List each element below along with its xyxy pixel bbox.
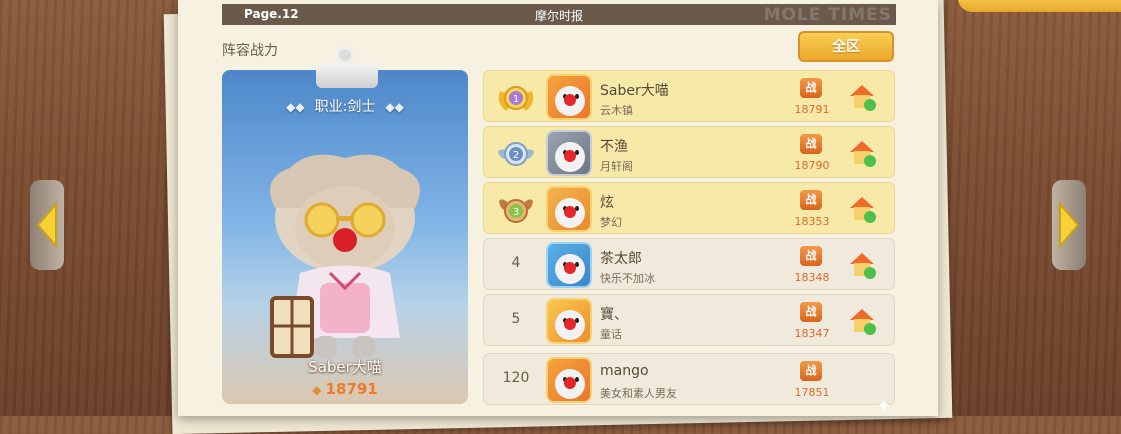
player-server: 月轩阁 — [600, 160, 633, 173]
ranking-row[interactable]: 1 Saber大喵 云木镇 战 18791 — [483, 70, 895, 122]
player-avatar[interactable] — [546, 357, 592, 403]
player-avatar[interactable] — [546, 242, 592, 288]
job-label: 职业:剑士 — [314, 99, 376, 115]
character-power-row: ◆ 18791 — [222, 380, 468, 398]
character-name: Saber大喵 — [308, 358, 382, 376]
diamond-icon: ◆◆ — [286, 100, 305, 114]
battle-power-value: 18791 — [794, 103, 830, 116]
character-power: 18791 — [325, 380, 378, 398]
player-name: 寶、 — [600, 307, 628, 323]
card-clip — [316, 64, 378, 88]
rank-number: 120 — [502, 370, 530, 386]
arrow-right-icon — [1059, 201, 1080, 249]
top-right-tab[interactable] — [958, 0, 1121, 12]
battle-power-icon: 战 — [800, 361, 822, 381]
player-avatar[interactable] — [546, 130, 592, 176]
ranking-row[interactable]: 5 寶、 童话 战 18347 — [483, 294, 895, 346]
player-server: 快乐不加冰 — [600, 272, 655, 285]
ranking-row[interactable]: 4 茶太郎 快乐不加冰 战 18348 — [483, 238, 895, 290]
job-label-row: ◆◆ 职业:剑士 ◆◆ — [222, 96, 468, 116]
sparkle-icon: ✦ — [876, 396, 892, 417]
character-card: ◆◆ 职业:剑士 ◆◆ Saber大喵 ◆ 18791 — [222, 70, 468, 404]
watermark-text: MOLE TIMES — [763, 5, 892, 25]
battle-power-icon: 战 — [800, 190, 822, 210]
clip-ring — [336, 46, 354, 64]
battle-power-value: 18353 — [794, 215, 830, 228]
my-rank-row[interactable]: 120 mango 美女和素人男友 战 17851 — [483, 353, 895, 405]
player-name: 茶太郎 — [600, 251, 642, 267]
battle-power-value: 18347 — [794, 327, 830, 340]
diamond-icon: ◆◆ — [385, 100, 404, 114]
silver-medal-icon: 2 — [498, 142, 534, 166]
ranking-row[interactable]: 2 不渔 月轩阁 战 18790 — [483, 126, 895, 178]
player-name: Saber大喵 — [600, 83, 669, 99]
bronze-medal-icon: 3 — [499, 199, 533, 223]
battle-power-value: 17851 — [794, 386, 830, 399]
svg-text:3: 3 — [513, 207, 519, 218]
newspaper-header: Page.12 摩尔时报 MOLE TIMES — [222, 4, 896, 25]
svg-text:2: 2 — [513, 150, 519, 161]
rank-number: 5 — [511, 311, 521, 327]
player-server: 梦幻 — [600, 216, 622, 229]
battle-power-icon: 战 — [800, 78, 822, 98]
ranking-row[interactable]: 3 炫 梦幻 战 18353 — [483, 182, 895, 234]
player-server: 云木镇 — [600, 104, 633, 117]
player-server: 童话 — [600, 328, 622, 341]
player-server: 美女和素人男友 — [600, 387, 677, 400]
home-go-icon[interactable] — [846, 81, 878, 113]
gold-medal-icon: 1 — [498, 86, 534, 111]
home-go-icon[interactable] — [846, 193, 878, 225]
battle-power-value: 18348 — [794, 271, 830, 284]
region-filter-button[interactable]: 全区 — [798, 31, 894, 62]
home-go-icon[interactable] — [846, 305, 878, 337]
character-avatar-illustration — [270, 154, 420, 358]
player-name: 不渔 — [600, 139, 628, 155]
battle-power-icon: 战 — [800, 302, 822, 322]
player-name: 炫 — [600, 195, 614, 211]
player-name: mango — [600, 363, 649, 379]
home-go-icon[interactable] — [846, 249, 878, 281]
battle-power-icon: 战 — [800, 246, 822, 266]
previous-page-button[interactable] — [30, 180, 64, 270]
power-icon: ◆ — [312, 383, 322, 397]
arrow-left-icon — [36, 201, 57, 249]
section-title: 阵容战力 — [222, 43, 278, 59]
player-avatar[interactable] — [546, 74, 592, 120]
rank-number: 4 — [511, 255, 521, 271]
player-avatar[interactable] — [546, 298, 592, 344]
home-go-icon[interactable] — [846, 137, 878, 169]
battle-power-icon: 战 — [800, 134, 822, 154]
player-avatar[interactable] — [546, 186, 592, 232]
svg-text:1: 1 — [513, 94, 519, 105]
next-page-button[interactable] — [1052, 180, 1086, 270]
battle-power-value: 18790 — [794, 159, 830, 172]
